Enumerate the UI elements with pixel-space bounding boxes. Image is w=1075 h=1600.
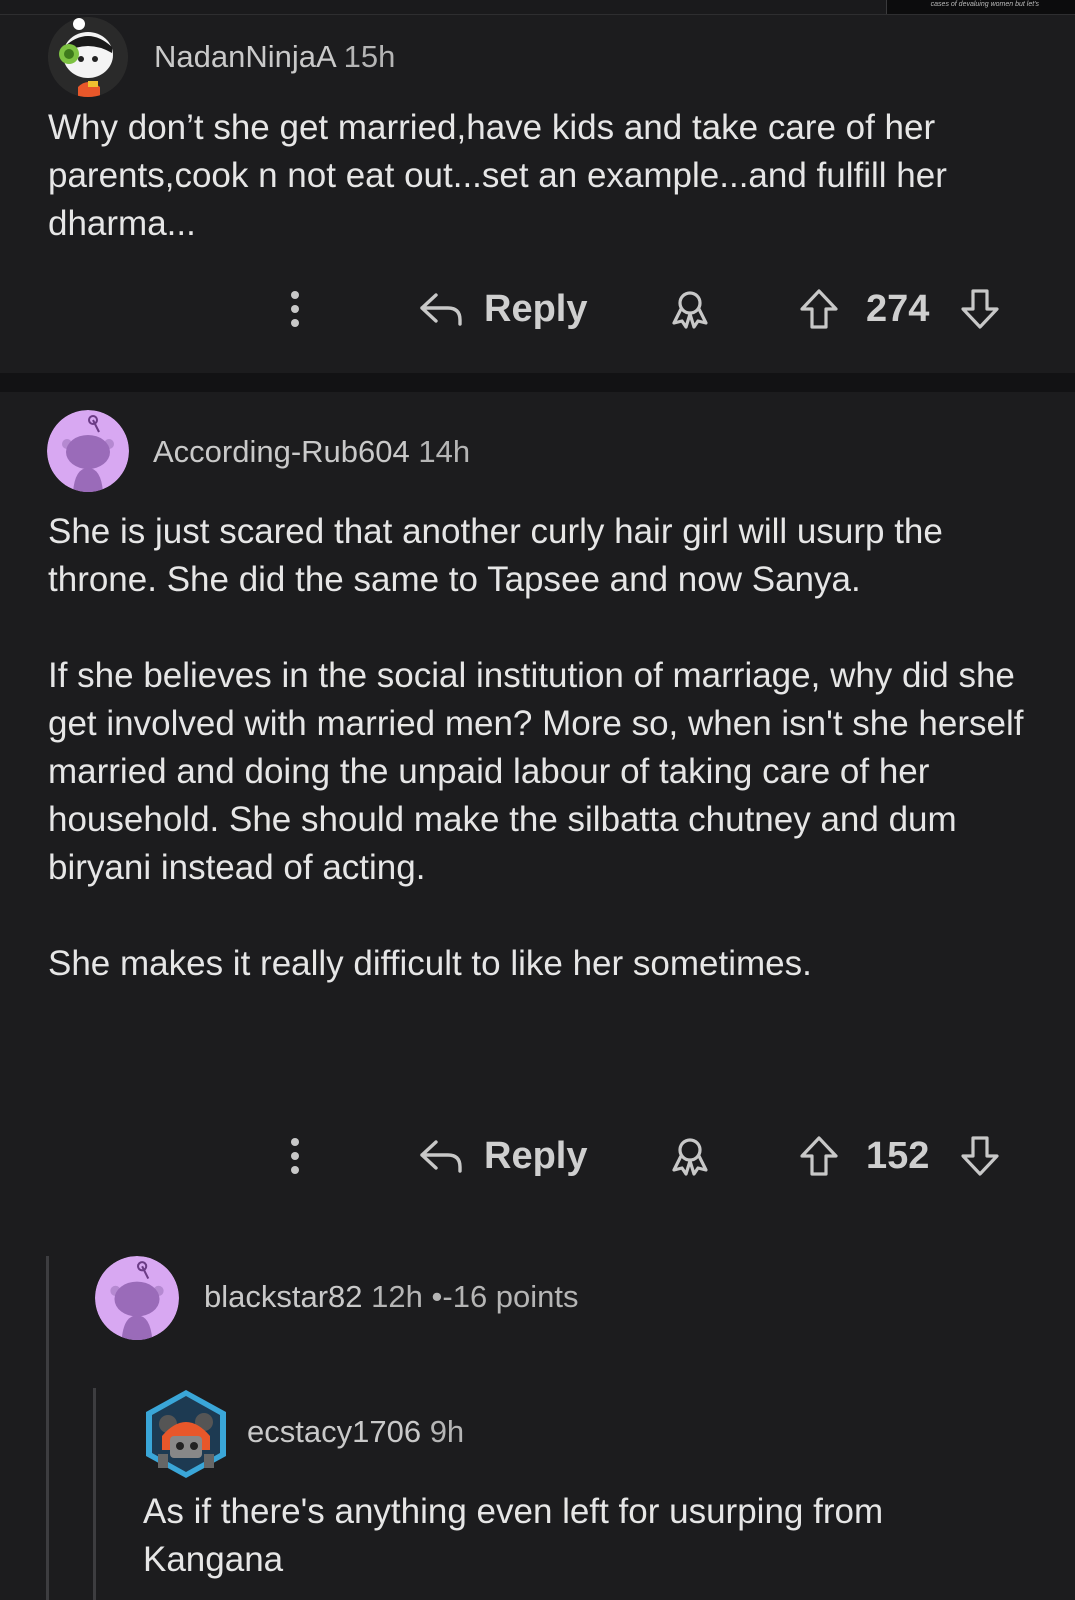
comment-paragraph: She makes it really difficult to like he… [48,944,812,983]
comment-actions: Reply 274 [0,279,1075,339]
top-strip-cutoff: cases of devaluing women but let's [886,0,1075,14]
comment-body: She is just scared that another curly ha… [48,508,1038,988]
award-icon [672,1138,708,1176]
award-button[interactable] [668,1126,712,1186]
reply-label: Reply [484,287,588,330]
downvote-button[interactable] [958,1126,1002,1186]
award-button[interactable] [668,279,712,339]
more-vertical-icon [291,291,299,327]
more-options-button[interactable] [285,279,305,339]
comment-age: 9h [429,1414,465,1449]
award-icon [672,291,708,329]
avatar[interactable] [47,410,129,492]
robot-avatar-icon [146,1390,226,1478]
comment-meta: According-Rub604 14h [153,434,470,470]
comment-paragraph: As if there's anything even left for usu… [143,1492,884,1579]
reply-arrow-icon [420,293,462,326]
comment-body: Why don’t she get married,have kids and … [48,104,1038,248]
comment-body: As if there's anything even left for usu… [143,1488,1003,1584]
avatar[interactable] [140,1388,232,1480]
comment-paragraph: Why don’t she get married,have kids and … [48,108,947,243]
avatar[interactable] [95,1256,179,1340]
username[interactable]: blackstar82 [204,1279,363,1314]
comment-meta: NadanNinjaA 15h [154,39,395,75]
comment-paragraph: She is just scared that another curly ha… [48,512,943,599]
comment-age: 12h [371,1279,423,1314]
reply-arrow-icon [420,1140,462,1173]
top-strip-text: cases of devaluing women but let's [930,1,1039,8]
upvote-button[interactable] [797,1126,841,1186]
snoo-avatar-icon [47,410,129,492]
comment-card: NadanNinjaA 15h Why don’t she get marrie… [0,15,1075,373]
downvote-icon [961,289,999,329]
upvote-icon [800,1136,838,1176]
top-strip: cases of devaluing women but let's [0,0,1075,15]
ninja-avatar-icon [48,17,128,97]
username[interactable]: NadanNinjaA [154,39,335,74]
more-options-button[interactable] [285,1126,305,1186]
username[interactable]: According-Rub604 [153,434,410,469]
downvote-button[interactable] [958,279,1002,339]
comment-meta: blackstar82 12h •-16 points [204,1279,579,1315]
upvote-icon [800,289,838,329]
vote-score: 274 [866,287,930,330]
thread-line[interactable] [93,1388,96,1600]
comment-paragraph: If she believes in the social institutio… [48,656,1024,887]
reply-label: Reply [484,1134,588,1177]
comment-actions: Reply 152 [0,1126,1075,1186]
vote-score: 152 [866,1134,930,1177]
comment-age: 14h [418,434,471,469]
snoo-avatar-icon [95,1256,179,1340]
reply-button[interactable]: Reply [418,1126,587,1186]
downvote-icon [961,1136,999,1176]
thread-line[interactable] [46,1256,49,1600]
comment-age: 15h [343,39,396,74]
meta-separator: • [431,1279,443,1314]
comment-card: According-Rub604 14h She is just scared … [0,392,1075,1600]
comment-points: -16 points [442,1279,579,1314]
comment-meta: ecstacy1706 9h [247,1414,464,1450]
online-indicator [73,18,85,30]
more-vertical-icon [291,1138,299,1174]
avatar[interactable] [48,17,128,97]
upvote-button[interactable] [797,279,841,339]
reply-button[interactable]: Reply [418,279,587,339]
username[interactable]: ecstacy1706 [247,1414,421,1449]
